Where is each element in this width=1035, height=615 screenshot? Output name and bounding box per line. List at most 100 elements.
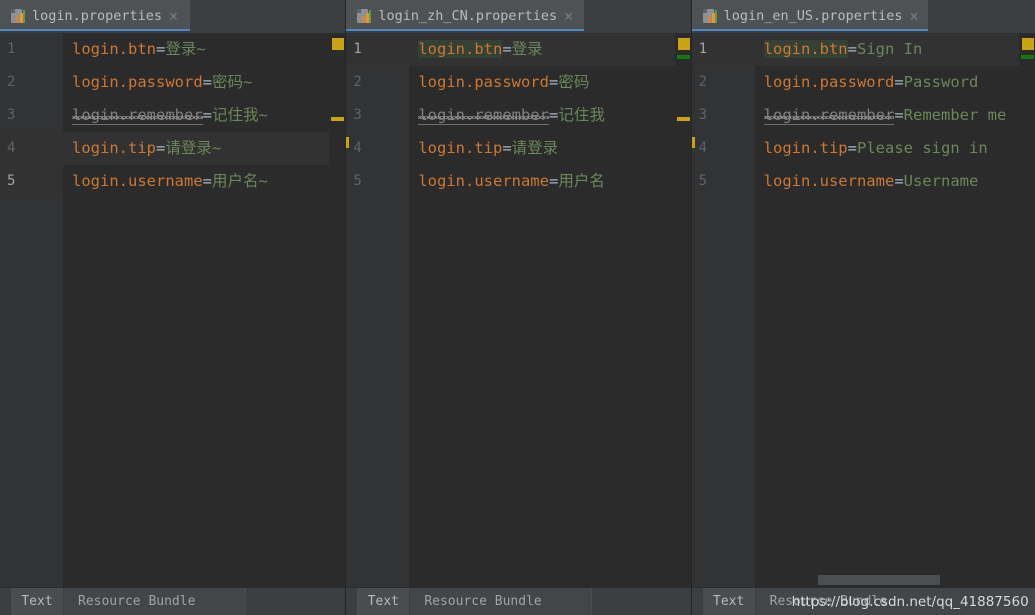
code-line[interactable]: login.tip=Please sign in [764, 132, 1019, 165]
equals-sign: = [847, 40, 857, 58]
tab-active-underline [0, 29, 190, 31]
code-line[interactable]: login.username=用户名 [418, 165, 674, 198]
editor-panel-login-zh-CN-properties: login_zh_CN.properties × 1 2 3 4 5 login… [346, 0, 692, 615]
code-line[interactable]: login.username=用户名~ [72, 165, 329, 198]
line-number: 2 [353, 74, 362, 90]
ok-marker[interactable] [1020, 55, 1034, 59]
properties-file-icon [10, 8, 26, 24]
code-line[interactable]: login.btn=登录 [409, 33, 675, 66]
tab-login-zh-CN-properties[interactable]: login_zh_CN.properties × [346, 0, 585, 31]
status-filler [590, 588, 691, 615]
property-key: login.tip [72, 139, 156, 157]
warning-count-box[interactable] [677, 38, 690, 50]
tab-title: login.properties [32, 7, 163, 24]
warning-count-box[interactable] [1021, 38, 1034, 50]
code-line[interactable]: login.tip=请登录 [418, 132, 674, 165]
equals-sign: = [894, 172, 904, 190]
tab-strip-2: login_zh_CN.properties × [346, 0, 691, 33]
marker-gutter-3[interactable] [1018, 33, 1035, 587]
status-tab-text[interactable]: Text [357, 588, 410, 615]
code-area-3[interactable]: login.btn=Sign In login.password=Passwor… [754, 33, 1019, 587]
close-icon[interactable]: × [564, 8, 573, 23]
status-tab-resource-bundle[interactable]: Resource Bundle [63, 588, 246, 615]
code-editor-1[interactable]: 1 2 3 4 5 login.btn=登录~ login.password=密… [0, 33, 346, 587]
property-value: 用户名 [558, 172, 605, 190]
close-icon[interactable]: × [169, 8, 178, 23]
code-line-unused[interactable]: login.remember=记住我~ [72, 99, 329, 132]
horizontal-scrollbar[interactable] [817, 575, 1003, 585]
status-bar-3: Text Resource Bundle https://blog.csdn.n… [691, 587, 1035, 615]
line-number: 5 [698, 173, 708, 189]
property-value: 记住我~ [212, 106, 268, 124]
property-key: login.username [72, 172, 203, 190]
tab-active-underline [346, 29, 585, 31]
editor-panel-login-properties: login.properties × 1 2 3 4 5 login.btn=登… [0, 0, 347, 615]
status-filler [245, 588, 346, 615]
warning-left-marker [691, 137, 695, 148]
code-line-unused[interactable]: login.remember=记住我 [418, 99, 674, 132]
status-tab-text[interactable]: Text [11, 588, 63, 615]
code-area-2[interactable]: login.btn=登录 login.password=密码 login.rem… [409, 33, 675, 587]
ide-editor-window: login.properties × 1 2 3 4 5 login.btn=登… [0, 0, 1035, 615]
marker-gutter-1[interactable] [329, 33, 346, 587]
property-key: login.username [418, 172, 549, 190]
equals-sign: = [202, 172, 212, 190]
status-tab-resource-bundle[interactable]: Resource Bundle https://blog.csdn.net/qq… [754, 588, 1035, 615]
tab-title: login_en_US.properties [723, 7, 903, 24]
tab-title: login_zh_CN.properties [378, 7, 558, 24]
line-number: 3 [353, 107, 362, 123]
code-line[interactable]: login.password=密码 [418, 66, 674, 99]
warning-marker[interactable] [676, 117, 690, 121]
code-editor-2[interactable]: 1 2 3 4 5 login.btn=登录 login.password=密码… [346, 33, 691, 587]
line-number: 2 [7, 74, 16, 90]
warning-count-box[interactable] [332, 38, 345, 50]
property-key-unused: login.remember [763, 106, 895, 125]
equals-sign: = [847, 139, 857, 157]
property-key-highlighted: login.btn [763, 40, 848, 58]
property-value: 请登录~ [165, 139, 222, 157]
line-number-current: 1 [691, 33, 755, 66]
property-value: 登录~ [165, 40, 206, 58]
equals-sign: = [156, 40, 166, 58]
code-line[interactable]: login.password=Password [764, 66, 1019, 99]
property-value: Remember me [903, 106, 1007, 124]
code-editor-3[interactable]: 1 2 3 4 5 login.btn=Sign In login.passwo… [691, 33, 1035, 587]
tab-strip-1: login.properties × [0, 0, 346, 33]
ok-marker[interactable] [676, 55, 690, 59]
code-line-unused[interactable]: login.remember=Remember me [763, 99, 1019, 132]
property-value: 登录 [511, 40, 543, 58]
tab-login-en-US-properties[interactable]: login_en_US.properties × [691, 0, 928, 31]
code-line[interactable]: login.tip=请登录~ [63, 132, 330, 165]
code-line[interactable]: login.btn=登录~ [72, 33, 329, 66]
property-key: login.password [763, 73, 895, 91]
warning-left-marker [346, 137, 350, 148]
status-tab-text[interactable]: Text [702, 588, 755, 615]
code-line[interactable]: login.btn=Sign In [754, 33, 1019, 66]
property-value: 密码 [558, 73, 590, 91]
property-value: Please sign in [857, 139, 988, 157]
tab-login-properties[interactable]: login.properties × [0, 0, 190, 31]
equals-sign: = [202, 73, 212, 91]
equals-sign: = [894, 106, 904, 124]
line-number-gutter-1: 1 2 3 4 5 [0, 33, 63, 587]
equals-sign: = [502, 139, 512, 157]
property-key: login.tip [763, 139, 848, 157]
property-key: login.tip [418, 139, 503, 157]
equals-sign: = [894, 73, 904, 91]
properties-file-icon [356, 8, 372, 24]
code-area-1[interactable]: login.btn=登录~ login.password=密码~ login.r… [63, 33, 330, 587]
line-number: 3 [7, 107, 16, 123]
status-bar-2: Text Resource Bundle [346, 587, 691, 615]
code-line[interactable]: login.password=密码~ [72, 66, 329, 99]
property-key-unused: login.remember [72, 106, 203, 125]
tab-strip-3: login_en_US.properties × [691, 0, 1035, 33]
code-line[interactable]: login.username=Username [764, 165, 1019, 198]
line-number: 1 [7, 41, 16, 57]
equals-sign: = [502, 40, 512, 58]
marker-gutter-2[interactable] [674, 33, 691, 587]
close-icon[interactable]: × [909, 8, 918, 23]
warning-marker[interactable] [331, 117, 345, 121]
status-tab-resource-bundle[interactable]: Resource Bundle [409, 588, 591, 615]
property-key: login.password [72, 73, 203, 91]
scrollbar-thumb[interactable] [817, 575, 940, 585]
